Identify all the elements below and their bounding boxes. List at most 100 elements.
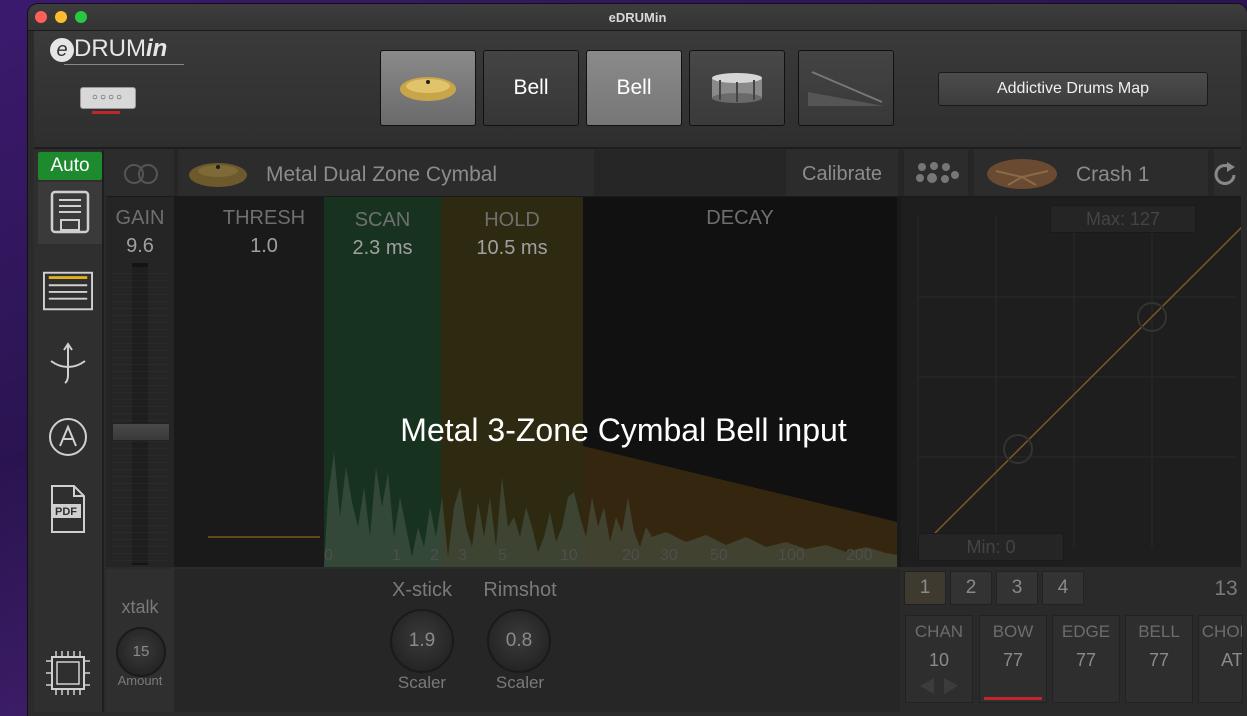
thresh-value[interactable]: 1.0 bbox=[208, 235, 320, 258]
svg-text:PDF: PDF bbox=[55, 506, 77, 518]
logo-e: e bbox=[50, 38, 74, 62]
xtalk-amount-knob[interactable]: 15 bbox=[116, 627, 166, 677]
refresh-icon bbox=[1214, 162, 1236, 185]
chip-icon bbox=[46, 651, 90, 695]
curve-min-box[interactable]: Min: 0 bbox=[918, 533, 1064, 561]
axis-tick: 30 bbox=[660, 547, 678, 564]
note-count: 13 bbox=[1214, 577, 1238, 600]
window-title: eDRUMin bbox=[608, 10, 667, 25]
edge-box[interactable]: EDGE 77 bbox=[1052, 615, 1120, 703]
curve-max-box[interactable]: Max: 127 bbox=[1050, 205, 1196, 233]
zone-bell-selected-button[interactable]: Bell bbox=[586, 50, 682, 126]
bell-label: BELL bbox=[1138, 622, 1180, 641]
chan-label: CHAN bbox=[914, 622, 964, 641]
axis-tick: 20 bbox=[622, 547, 640, 564]
zone-snare-button[interactable] bbox=[689, 50, 785, 126]
calibrate-label: Calibrate bbox=[802, 163, 883, 185]
output-tab-4[interactable]: 4 bbox=[1042, 571, 1084, 605]
chan-value: 10 bbox=[928, 650, 950, 670]
axis-tick: 100 bbox=[778, 547, 805, 564]
header-bar: e DRUMin ○○○○ Bell Bell Addictive Drums … bbox=[34, 31, 1241, 149]
xstick-knob[interactable]: 1.9 bbox=[390, 609, 454, 673]
bow-box[interactable]: BOW 77 bbox=[979, 615, 1047, 703]
thresh-label: THRESH bbox=[222, 207, 306, 229]
hold-value[interactable]: 10.5 ms bbox=[441, 237, 583, 260]
choke-box[interactable]: CHOKE AT bbox=[1198, 615, 1243, 703]
list-icon bbox=[43, 271, 93, 311]
cymbal-icon bbox=[189, 163, 247, 187]
axis-tick: 200 bbox=[846, 547, 873, 564]
edge-value: 77 bbox=[1075, 650, 1097, 670]
bell-value: 77 bbox=[1148, 650, 1170, 670]
pdf-icon: PDF bbox=[51, 485, 85, 533]
axis-tick: 5 bbox=[498, 547, 507, 564]
logo-underline bbox=[64, 64, 184, 65]
drum-kit-icon bbox=[916, 162, 959, 183]
snare-drum-icon bbox=[712, 73, 762, 103]
rimshot-knob[interactable]: 0.8 bbox=[487, 609, 551, 673]
bow-active-indicator bbox=[984, 697, 1042, 700]
xstick-label: X-stick bbox=[392, 579, 452, 601]
pad-type-selector[interactable]: Metal Dual Zone Cymbal bbox=[178, 150, 594, 196]
midi-map-button[interactable]: Addictive Drums Map bbox=[938, 72, 1208, 106]
edrumin-logo: e DRUMin bbox=[50, 35, 167, 63]
axis-tick: 2 bbox=[430, 547, 439, 564]
routing-button[interactable] bbox=[43, 338, 93, 388]
save-icon bbox=[50, 190, 90, 234]
logo-drum: DRUM bbox=[74, 35, 146, 62]
logo-in: in bbox=[146, 35, 168, 62]
link-toggle[interactable] bbox=[106, 150, 174, 196]
axis-tick: 10 bbox=[560, 547, 578, 564]
velocity-curve-area bbox=[901, 197, 1241, 567]
pdf-manual-button[interactable]: PDF bbox=[43, 484, 93, 534]
bow-value: 77 bbox=[1002, 650, 1024, 670]
zone-bell-button[interactable]: Bell bbox=[483, 50, 579, 126]
zone-cymbal-bow-button[interactable] bbox=[380, 50, 476, 126]
bottom-panel: xtalk 15 Amount X-stick 1.9 Scaler Rimsh… bbox=[106, 569, 1243, 712]
routing-icon bbox=[50, 342, 86, 384]
device-settings-button[interactable] bbox=[43, 648, 93, 698]
calibrate-button[interactable]: Calibrate bbox=[786, 150, 898, 196]
chan-arrows-icon[interactable] bbox=[914, 676, 964, 696]
hold-label: HOLD bbox=[484, 209, 540, 231]
pedal-icon bbox=[808, 71, 884, 106]
amount-label: Amount bbox=[117, 673, 163, 688]
axis-tick: 50 bbox=[710, 547, 728, 564]
scan-value[interactable]: 2.3 ms bbox=[324, 237, 441, 260]
app-window: eDRUMin e DRUMin ○○○○ Bell Bell Addictiv… bbox=[28, 4, 1247, 716]
edge-label: EDGE bbox=[1061, 622, 1111, 641]
choke-value: AT bbox=[1221, 650, 1243, 670]
reset-button[interactable] bbox=[1214, 150, 1241, 196]
xstick-scaler-label: Scaler bbox=[397, 673, 447, 692]
xtalk-label: xtalk bbox=[121, 597, 159, 617]
save-button[interactable] bbox=[38, 182, 102, 244]
choke-label: CHOKE bbox=[1201, 622, 1242, 641]
link-rings-icon bbox=[124, 164, 158, 184]
output-tab-2[interactable]: 2 bbox=[950, 571, 992, 605]
crash-cymbal-icon bbox=[987, 159, 1057, 189]
rimshot-scaler-label: Scaler bbox=[495, 673, 545, 692]
decay-label: DECAY bbox=[706, 207, 774, 229]
zone-hihat-pedal-button[interactable] bbox=[798, 50, 894, 126]
bow-label: BOW bbox=[992, 622, 1034, 641]
axis-tick: 3 bbox=[458, 547, 467, 564]
pad-type-label: Metal Dual Zone Cymbal bbox=[266, 163, 498, 186]
title-bar: eDRUMin bbox=[28, 4, 1247, 31]
device-indicator bbox=[92, 111, 120, 114]
overlay-caption: Metal 3-Zone Cymbal Bell input bbox=[400, 412, 847, 448]
rimshot-label: Rimshot bbox=[483, 579, 557, 601]
kit-layout-button[interactable] bbox=[904, 150, 968, 196]
output-tab-3[interactable]: 3 bbox=[996, 571, 1038, 605]
auto-button[interactable]: Auto bbox=[38, 152, 102, 180]
output-tab-1[interactable]: 1 bbox=[904, 571, 946, 605]
instrument-selector[interactable]: Crash 1 bbox=[974, 150, 1208, 196]
scan-label: SCAN bbox=[354, 209, 411, 231]
pad-strip: Metal Dual Zone Cymbal Calibrate Crash 1 bbox=[106, 150, 1241, 197]
axis-tick: 0 bbox=[324, 547, 333, 564]
cymbal-icon bbox=[400, 77, 456, 101]
device-icon[interactable]: ○○○○ bbox=[80, 87, 136, 109]
axis-tick: 1 bbox=[392, 547, 401, 564]
bell-box[interactable]: BELL 77 bbox=[1125, 615, 1193, 703]
pads-list-button[interactable] bbox=[43, 266, 93, 316]
chan-box[interactable]: CHAN 10 bbox=[905, 615, 973, 703]
